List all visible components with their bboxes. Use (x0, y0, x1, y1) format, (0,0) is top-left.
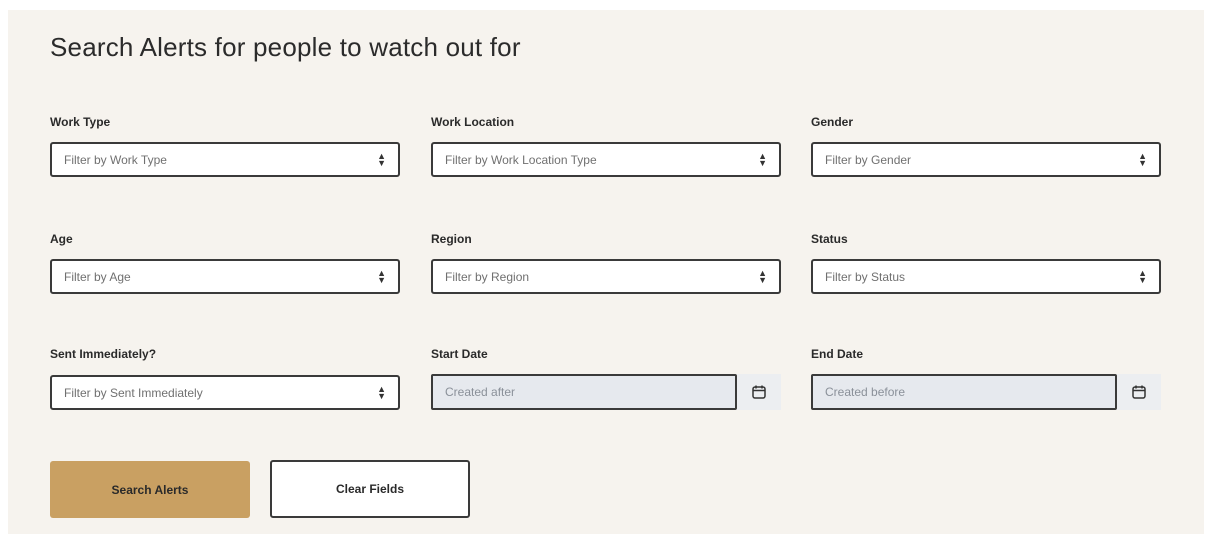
work-type-select[interactable]: Filter by Work Type ▲ ▼ (50, 142, 400, 177)
sent-immediately-label: Sent Immediately? (50, 347, 157, 361)
sent-immediately-placeholder: Filter by Sent Immediately (64, 385, 203, 400)
end-date-field: Created before (811, 374, 1161, 410)
sent-immediately-select[interactable]: Filter by Sent Immediately ▲ ▼ (50, 375, 400, 410)
start-date-picker-button[interactable] (737, 374, 781, 410)
gender-placeholder: Filter by Gender (825, 152, 912, 167)
age-placeholder: Filter by Age (64, 269, 131, 284)
calendar-icon (752, 385, 766, 399)
clear-fields-button[interactable]: Clear Fields (270, 460, 470, 518)
status-select[interactable]: Filter by Status ▲ ▼ (811, 259, 1161, 294)
gender-select[interactable]: Filter by Gender ▲ ▼ (811, 142, 1161, 177)
start-date-field: Created after (431, 374, 781, 410)
select-arrows-icon: ▲ ▼ (1138, 267, 1147, 285)
select-arrows-icon: ▲ ▼ (377, 267, 386, 285)
age-label: Age (50, 232, 73, 246)
select-arrows-icon: ▲ ▼ (377, 383, 386, 401)
select-arrows-icon: ▲ ▼ (758, 150, 767, 168)
status-label: Status (811, 232, 848, 246)
start-date-label: Start Date (431, 347, 488, 361)
work-type-label: Work Type (50, 115, 111, 129)
search-alerts-panel: Search Alerts for people to watch out fo… (8, 10, 1204, 534)
region-placeholder: Filter by Region (445, 269, 530, 284)
end-date-label: End Date (811, 347, 864, 361)
end-date-input[interactable]: Created before (811, 374, 1117, 410)
gender-label: Gender (811, 115, 854, 129)
end-date-picker-button[interactable] (1117, 374, 1161, 410)
work-location-label: Work Location (431, 115, 515, 129)
start-date-input[interactable]: Created after (431, 374, 737, 410)
select-arrows-icon: ▲ ▼ (758, 267, 767, 285)
region-select[interactable]: Filter by Region ▲ ▼ (431, 259, 781, 294)
calendar-icon (1132, 385, 1146, 399)
work-type-placeholder: Filter by Work Type (64, 152, 167, 167)
work-location-select[interactable]: Filter by Work Location Type ▲ ▼ (431, 142, 781, 177)
search-alerts-button[interactable]: Search Alerts (50, 461, 250, 518)
age-select[interactable]: Filter by Age ▲ ▼ (50, 259, 400, 294)
page-title: Search Alerts for people to watch out fo… (50, 32, 521, 62)
region-label: Region (431, 232, 472, 246)
status-placeholder: Filter by Status (825, 269, 906, 284)
select-arrows-icon: ▲ ▼ (1138, 150, 1147, 168)
work-location-placeholder: Filter by Work Location Type (445, 152, 597, 167)
select-arrows-icon: ▲ ▼ (377, 150, 386, 168)
